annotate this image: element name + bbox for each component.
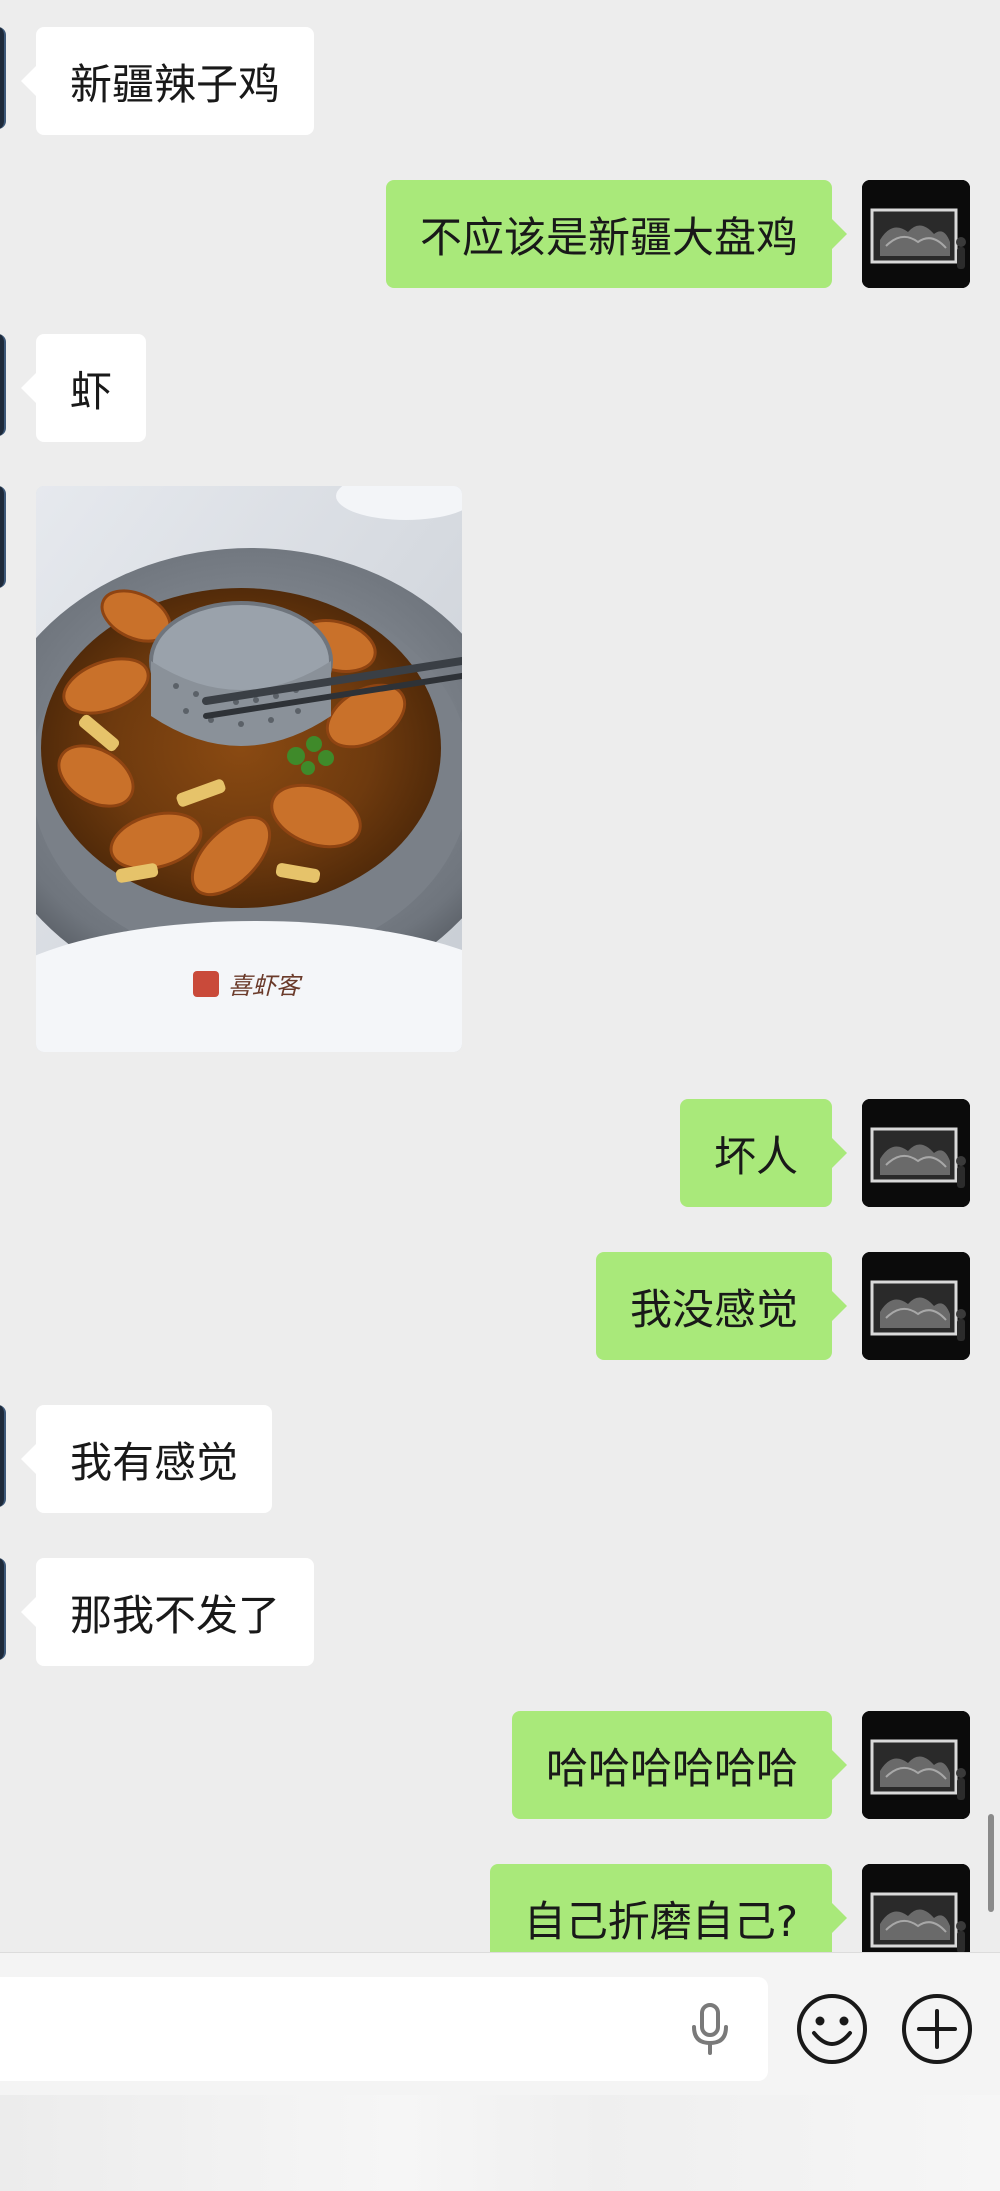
message-text: 那我不发了	[70, 1590, 281, 1640]
message-text: 自己折磨自己?	[523, 1896, 798, 1946]
my-avatar[interactable]	[862, 180, 970, 288]
message-bubble-incoming[interactable]: 我有感觉	[20, 1405, 273, 1513]
my-avatar[interactable]	[862, 1252, 970, 1360]
message-text: 不应该是新疆大盘鸡	[419, 212, 798, 262]
message-bubble-outgoing[interactable]: 哈哈哈哈哈哈	[511, 1711, 848, 1819]
plus-icon[interactable]	[899, 1991, 975, 2067]
message-text: 新疆辣子鸡	[70, 59, 281, 109]
my-avatar[interactable]	[862, 1711, 970, 1819]
message-input[interactable]	[0, 1977, 768, 2081]
my-avatar[interactable]	[862, 1099, 970, 1207]
contact-avatar[interactable]	[0, 1405, 6, 1507]
message-text: 哈哈哈哈哈哈	[545, 1743, 798, 1793]
bottom-safe-area	[0, 2095, 1000, 2191]
message-bubble-outgoing[interactable]: 坏人	[679, 1099, 848, 1207]
message-text: 坏人	[713, 1131, 798, 1181]
message-bubble-incoming[interactable]: 新疆辣子鸡	[20, 27, 315, 135]
message-bubble-incoming[interactable]: 虾	[20, 334, 147, 442]
chat-input-bar	[0, 1952, 1000, 2191]
contact-avatar[interactable]	[0, 486, 6, 588]
shrimp-dish-photo[interactable]: 喜虾客	[36, 486, 462, 1052]
contact-avatar[interactable]	[0, 1558, 6, 1660]
message-text: 我有感觉	[70, 1437, 239, 1487]
message-text: 虾	[70, 366, 113, 416]
message-bubble-outgoing[interactable]: 不应该是新疆大盘鸡	[385, 180, 848, 288]
emoji-icon[interactable]	[794, 1991, 870, 2067]
chat-scrollbar[interactable]	[988, 1814, 994, 1912]
message-bubble-outgoing[interactable]: 自己折磨自己?	[489, 1864, 848, 1952]
photo-logo-text: 喜虾客	[228, 972, 303, 1000]
chat-message-list[interactable]: 新疆辣子鸡 不应该是新疆大盘鸡 虾 喜虾客 坏人 我没感觉 我有感觉 那我不发了…	[0, 0, 1000, 1952]
my-avatar[interactable]	[862, 1864, 970, 1952]
message-bubble-incoming[interactable]: 那我不发了	[20, 1558, 315, 1666]
message-text: 我没感觉	[629, 1284, 798, 1334]
contact-avatar[interactable]	[0, 27, 6, 129]
contact-avatar[interactable]	[0, 334, 6, 436]
message-bubble-outgoing[interactable]: 我没感觉	[595, 1252, 848, 1360]
mic-icon[interactable]	[686, 2003, 734, 2055]
